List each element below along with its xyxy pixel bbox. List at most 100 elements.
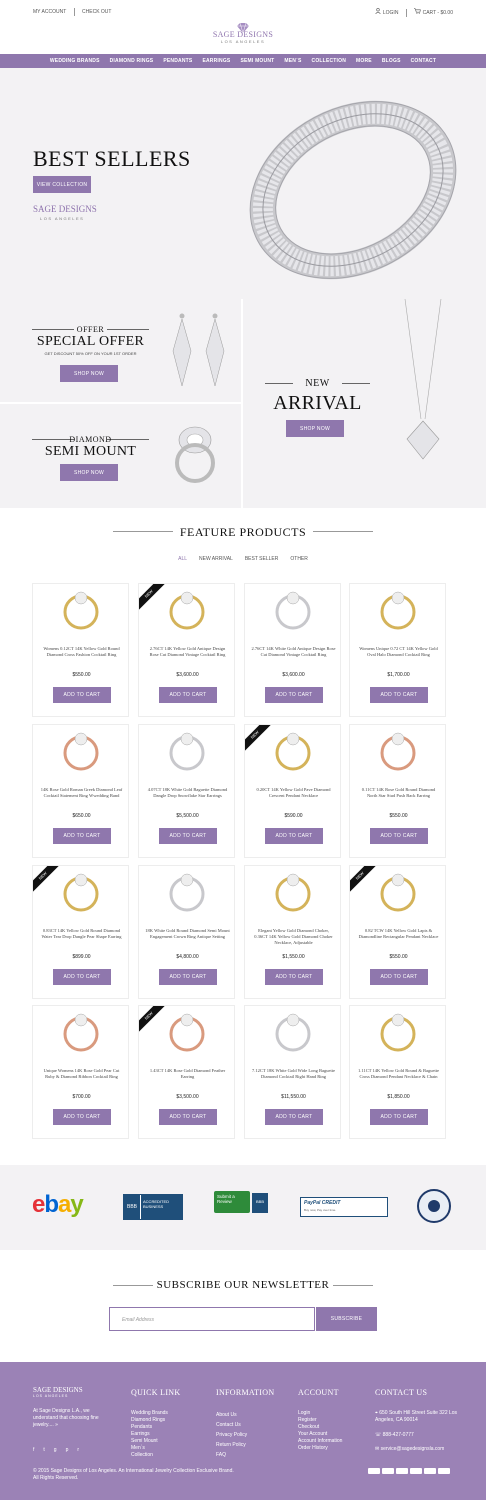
footer-link[interactable]: Checkout <box>298 1424 342 1431</box>
arrival-shop-now-button[interactable]: SHOP NOW <box>286 420 344 437</box>
product-image[interactable] <box>139 725 236 795</box>
product-image[interactable] <box>33 725 130 795</box>
product-card[interactable]: NEW 0.83CT 14K Yellow Gold Round Diamond … <box>32 865 129 999</box>
footer-link[interactable]: FAQ <box>216 1450 247 1460</box>
add-to-cart-button[interactable]: ADD TO CART <box>159 1109 217 1125</box>
product-image[interactable] <box>350 1006 447 1076</box>
product-image[interactable] <box>33 584 130 654</box>
rss-icon[interactable]: r <box>77 1447 79 1453</box>
semi-shop-now-button[interactable]: SHOP NOW <box>60 464 118 481</box>
add-to-cart-button[interactable]: ADD TO CART <box>265 828 323 844</box>
nav-item[interactable]: EARRINGS <box>202 58 230 64</box>
google-plus-icon[interactable]: g <box>54 1447 57 1453</box>
bbb-review-logo[interactable]: Submit a Review BBB <box>214 1191 270 1221</box>
nav-item[interactable]: DIAMOND RINGS <box>110 58 154 64</box>
product-name[interactable]: 7.12CT 18K White Gold Wide Long Baguette… <box>251 1068 336 1080</box>
add-to-cart-button[interactable]: ADD TO CART <box>53 687 111 703</box>
product-card[interactable]: 18K White Gold Round Diamond Semi Mount … <box>138 865 235 999</box>
product-image[interactable] <box>245 866 342 936</box>
product-name[interactable]: Womens 0.12CT 14K Yellow Gold Round Diam… <box>39 646 124 658</box>
add-to-cart-button[interactable]: ADD TO CART <box>370 687 428 703</box>
contact-email[interactable]: ✉ service@sagedesignsla.com <box>375 1446 444 1453</box>
product-name[interactable]: 0.20CT 14K Yellow Gold Pave Diamond Cres… <box>251 787 336 799</box>
footer-link[interactable]: Register <box>298 1417 342 1424</box>
twitter-icon[interactable]: t <box>43 1447 44 1453</box>
product-card[interactable]: Womens 0.12CT 14K Yellow Gold Round Diam… <box>32 583 129 717</box>
nav-item[interactable]: MEN`S <box>284 58 301 64</box>
footer-link[interactable]: Account Information <box>298 1438 342 1445</box>
filter-tab[interactable]: BEST SELLER <box>245 556 279 562</box>
paypal-credit-logo[interactable]: PayPal CREDIT Buy now, Pay over time. <box>300 1197 388 1217</box>
site-logo[interactable]: SAGE DESIGNS LOS ANGELES <box>0 20 486 44</box>
nav-item[interactable]: WEDDING BRANDS <box>50 58 100 64</box>
footer-logo[interactable]: SAGE DESIGNS LOS ANGELES <box>33 1386 83 1398</box>
product-name[interactable]: 1.43CT 14K Rose Gold Diamond Feather Ear… <box>145 1068 230 1080</box>
add-to-cart-button[interactable]: ADD TO CART <box>265 969 323 985</box>
bbb-accredited-logo[interactable]: BBB ACCREDITED BUSINESS <box>123 1194 183 1220</box>
product-name[interactable]: 2.76CT 14K White Gold Antique Design Ros… <box>251 646 336 658</box>
footer-link[interactable]: Order History <box>298 1445 342 1452</box>
subscribe-button[interactable]: SUBSCRIBE <box>316 1307 377 1331</box>
footer-link[interactable]: Pendants <box>131 1424 168 1431</box>
checkout-link[interactable]: CHECK OUT <box>82 9 111 15</box>
add-to-cart-button[interactable]: ADD TO CART <box>159 828 217 844</box>
offer-shop-now-button[interactable]: SHOP NOW <box>60 365 118 382</box>
filter-tab[interactable]: ALL <box>178 556 187 562</box>
add-to-cart-button[interactable]: ADD TO CART <box>159 969 217 985</box>
filter-tab[interactable]: OTHER <box>290 556 308 562</box>
add-to-cart-button[interactable]: ADD TO CART <box>370 828 428 844</box>
product-name[interactable]: 18K White Gold Round Diamond Semi Mount … <box>145 928 230 940</box>
product-name[interactable]: 14K Rose Gold Roman Greek Diamond Leaf C… <box>39 787 124 799</box>
product-name[interactable]: Womens Unique 0.72 CT 14K Yellow Gold Ov… <box>356 646 441 658</box>
product-image[interactable] <box>245 584 342 654</box>
product-name[interactable]: 0.82 TCW 14K Yellow Gold Lapis & Diamond… <box>356 928 441 940</box>
add-to-cart-button[interactable]: ADD TO CART <box>53 828 111 844</box>
product-name[interactable]: Unique Womens 14K Rose Gold Pear Cut Rub… <box>39 1068 124 1080</box>
product-card[interactable]: NEW 1.43CT 14K Rose Gold Diamond Feather … <box>138 1005 235 1139</box>
footer-link[interactable]: Men`s <box>131 1445 168 1452</box>
footer-link[interactable]: Your Account <box>298 1431 342 1438</box>
filter-tab[interactable]: NEW ARRIVAL <box>199 556 233 562</box>
product-card[interactable]: NEW 0.82 TCW 14K Yellow Gold Lapis & Diam… <box>349 865 446 999</box>
product-card[interactable]: Unique Womens 14K Rose Gold Pear Cut Rub… <box>32 1005 129 1139</box>
login-link[interactable]: LOGIN <box>383 10 399 16</box>
product-card[interactable]: 7.12CT 18K White Gold Wide Long Baguette… <box>244 1005 341 1139</box>
product-card[interactable]: 1.11CT 14K Yellow Gold Round & Baguette … <box>349 1005 446 1139</box>
product-image[interactable] <box>350 725 447 795</box>
product-name[interactable]: 1.11CT 14K Yellow Gold Round & Baguette … <box>356 1068 441 1080</box>
footer-link[interactable]: Diamond Rings <box>131 1417 168 1424</box>
add-to-cart-button[interactable]: ADD TO CART <box>370 1109 428 1125</box>
product-card[interactable]: Elegant Yellow Gold Diamond Choker, 0.36… <box>244 865 341 999</box>
footer-link[interactable]: Contact Us <box>216 1420 247 1430</box>
product-card[interactable]: 0.11CT 14K Rose Gold Round Diamond North… <box>349 724 446 858</box>
product-name[interactable]: Elegant Yellow Gold Diamond Choker, 0.36… <box>251 928 336 946</box>
cart-icon[interactable] <box>414 8 422 16</box>
nav-item[interactable]: SEMI MOUNT <box>240 58 274 64</box>
footer-link[interactable]: Semi Mount <box>131 1438 168 1445</box>
cart-total[interactable]: CART - $0.00 <box>423 10 453 16</box>
footer-link[interactable]: Login <box>298 1410 342 1417</box>
user-icon[interactable] <box>375 8 382 16</box>
ebay-logo[interactable]: ebay <box>32 1191 84 1219</box>
my-account-link[interactable]: MY ACCOUNT <box>33 9 66 15</box>
footer-link[interactable]: Return Policy <box>216 1440 247 1450</box>
product-card[interactable]: 2.76CT 14K White Gold Antique Design Ros… <box>244 583 341 717</box>
product-card[interactable]: NEW 2.76CT 14K Yellow Gold Antique Design… <box>138 583 235 717</box>
product-card[interactable]: 14K Rose Gold Roman Greek Diamond Leaf C… <box>32 724 129 858</box>
product-image[interactable] <box>33 1006 130 1076</box>
footer-link[interactable]: Wedding Brands <box>131 1410 168 1417</box>
product-name[interactable]: 2.76CT 14K Yellow Gold Antique Design Ro… <box>145 646 230 658</box>
nav-item[interactable]: COLLECTION <box>312 58 347 64</box>
footer-link[interactable]: Collection <box>131 1452 168 1459</box>
product-image[interactable] <box>350 584 447 654</box>
add-to-cart-button[interactable]: ADD TO CART <box>370 969 428 985</box>
pinterest-icon[interactable]: p <box>66 1447 69 1453</box>
product-name[interactable]: 4.07CT 18K White Gold Baguette Diamond D… <box>145 787 230 799</box>
product-name[interactable]: 0.11CT 14K Rose Gold Round Diamond North… <box>356 787 441 799</box>
nav-item[interactable]: CONTACT <box>411 58 436 64</box>
add-to-cart-button[interactable]: ADD TO CART <box>53 1109 111 1125</box>
product-image[interactable] <box>139 866 236 936</box>
view-collection-button[interactable]: VIEW COLLECTION <box>33 176 91 193</box>
footer-link[interactable]: Earrings <box>131 1431 168 1438</box>
product-card[interactable]: Womens Unique 0.72 CT 14K Yellow Gold Ov… <box>349 583 446 717</box>
